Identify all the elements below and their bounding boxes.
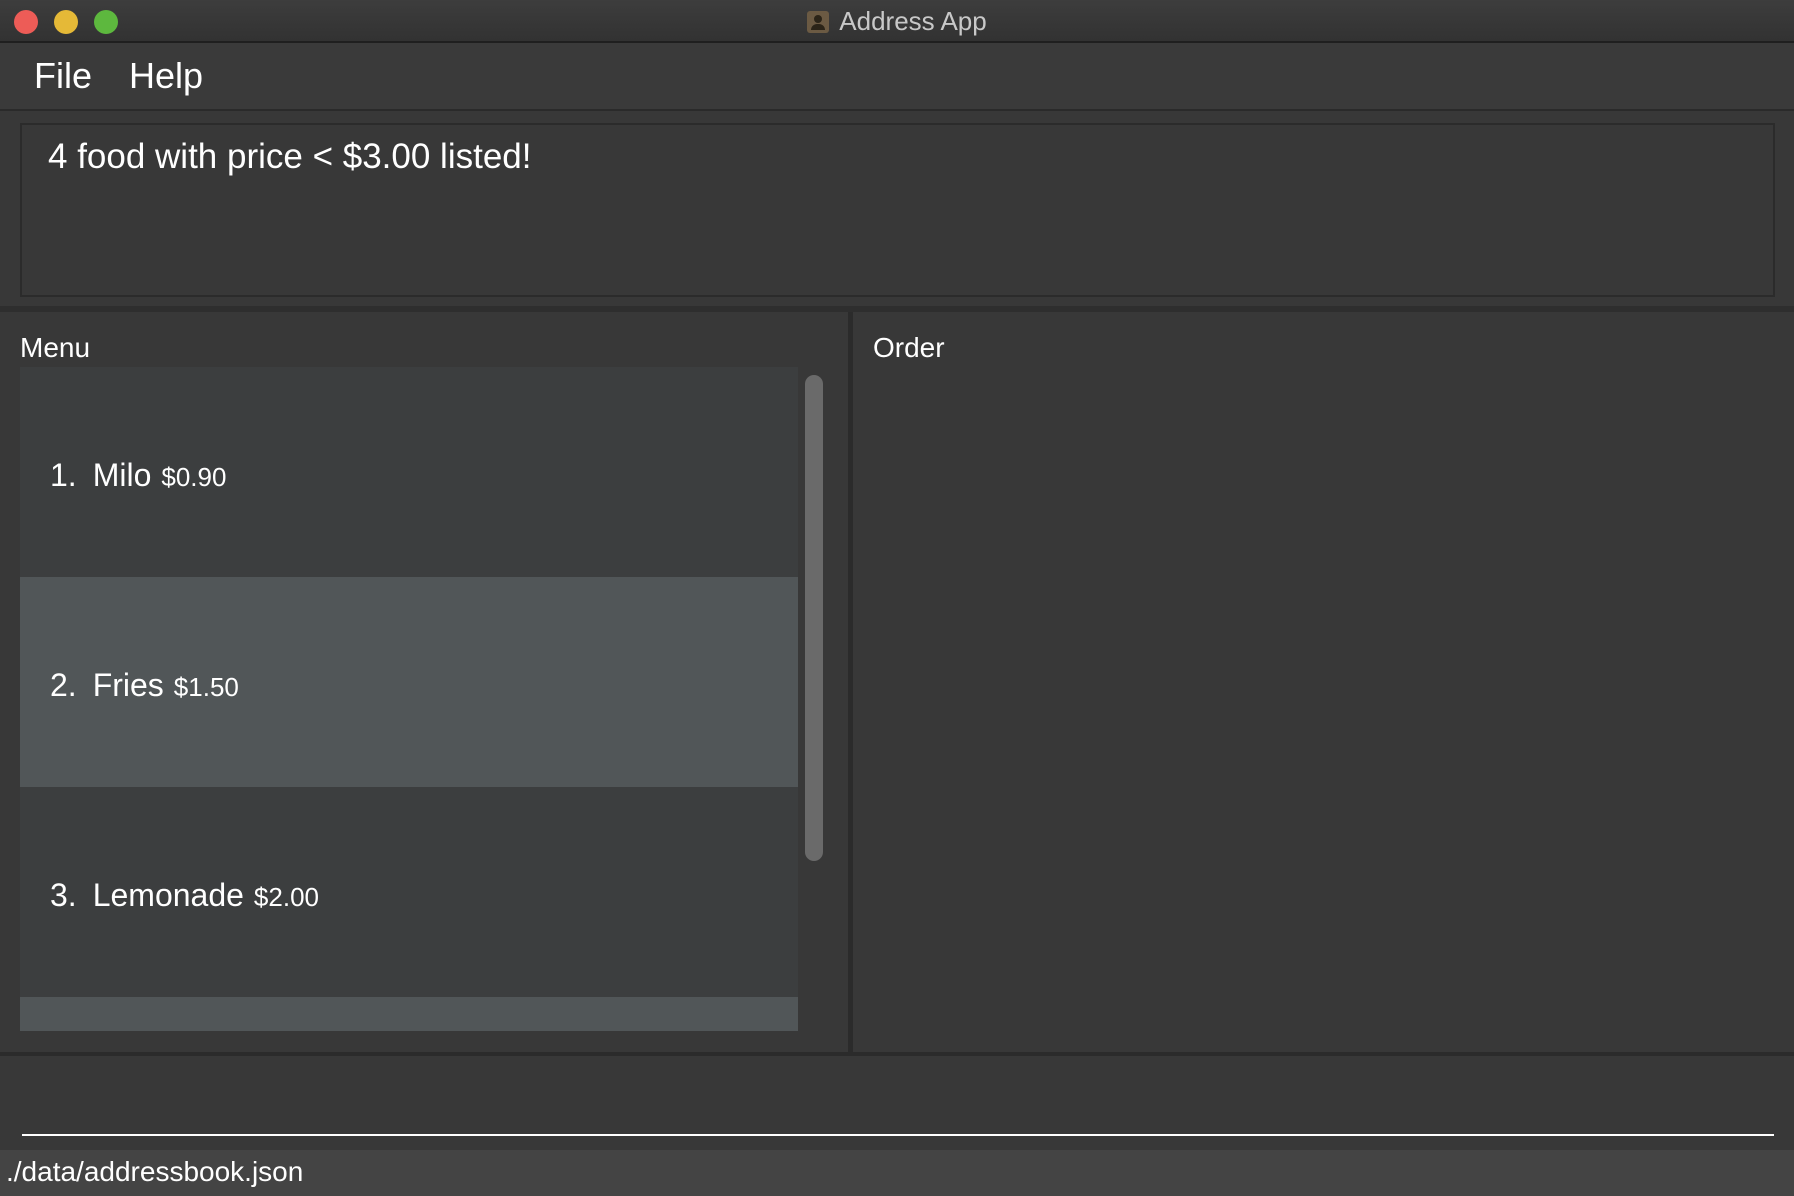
title-bar[interactable]: Address App	[0, 0, 1794, 43]
list-item[interactable]: 3. Lemonade $2.00	[20, 787, 798, 997]
list-item-content: 2. Fries $1.50	[50, 667, 239, 704]
order-panel: Order	[853, 312, 1794, 1052]
item-price: $1.50	[173, 672, 239, 702]
file-menu[interactable]: File	[34, 55, 92, 97]
item-index: 1.	[50, 457, 77, 493]
list-item-content: 3. Lemonade $2.00	[50, 877, 319, 914]
menu-panel-title: Menu	[20, 332, 91, 363]
window-title: Address App	[839, 6, 987, 36]
item-index: 3.	[50, 877, 77, 913]
list-item[interactable]: 2. Fries $1.50	[20, 577, 798, 787]
item-name: Fries	[92, 667, 164, 703]
menu-bar: File Help	[0, 43, 1794, 111]
command-input[interactable]	[22, 1064, 1774, 1136]
item-name: Milo	[92, 457, 152, 493]
help-menu[interactable]: Help	[129, 55, 203, 97]
app-window: Address App File Help 4 food with price …	[0, 0, 1794, 1196]
list-item-content: 1. Milo $0.90	[50, 457, 226, 494]
menu-list-scrollbar[interactable]	[800, 367, 828, 1031]
item-index: 2.	[50, 667, 77, 703]
item-price: $2.00	[253, 882, 319, 912]
list-item[interactable]: 1. Milo $0.90	[20, 367, 798, 577]
scrollbar-thumb[interactable]	[805, 375, 823, 861]
title-wrap: Address App	[0, 0, 1794, 43]
command-box-area	[0, 1056, 1794, 1150]
save-location: ./data/addressbook.json	[6, 1156, 304, 1187]
contact-card-icon	[807, 10, 830, 33]
menu-list[interactable]: 1. Milo $0.90 2. Fries $1.50 3. Lemonade…	[20, 367, 798, 1031]
result-display-area: 4 food with price < $3.00 listed!	[0, 111, 1794, 308]
order-panel-title: Order	[873, 332, 945, 363]
menu-panel: Menu 1. Milo $0.90 2. Fries $1.50 3. Lem…	[0, 312, 848, 1052]
item-name: Lemonade	[92, 877, 244, 913]
list-item[interactable]	[20, 997, 798, 1031]
result-message: 4 food with price < $3.00 listed!	[48, 137, 532, 176]
result-display[interactable]: 4 food with price < $3.00 listed!	[20, 123, 1775, 297]
item-price: $0.90	[161, 462, 227, 492]
status-bar: ./data/addressbook.json	[0, 1150, 1794, 1196]
